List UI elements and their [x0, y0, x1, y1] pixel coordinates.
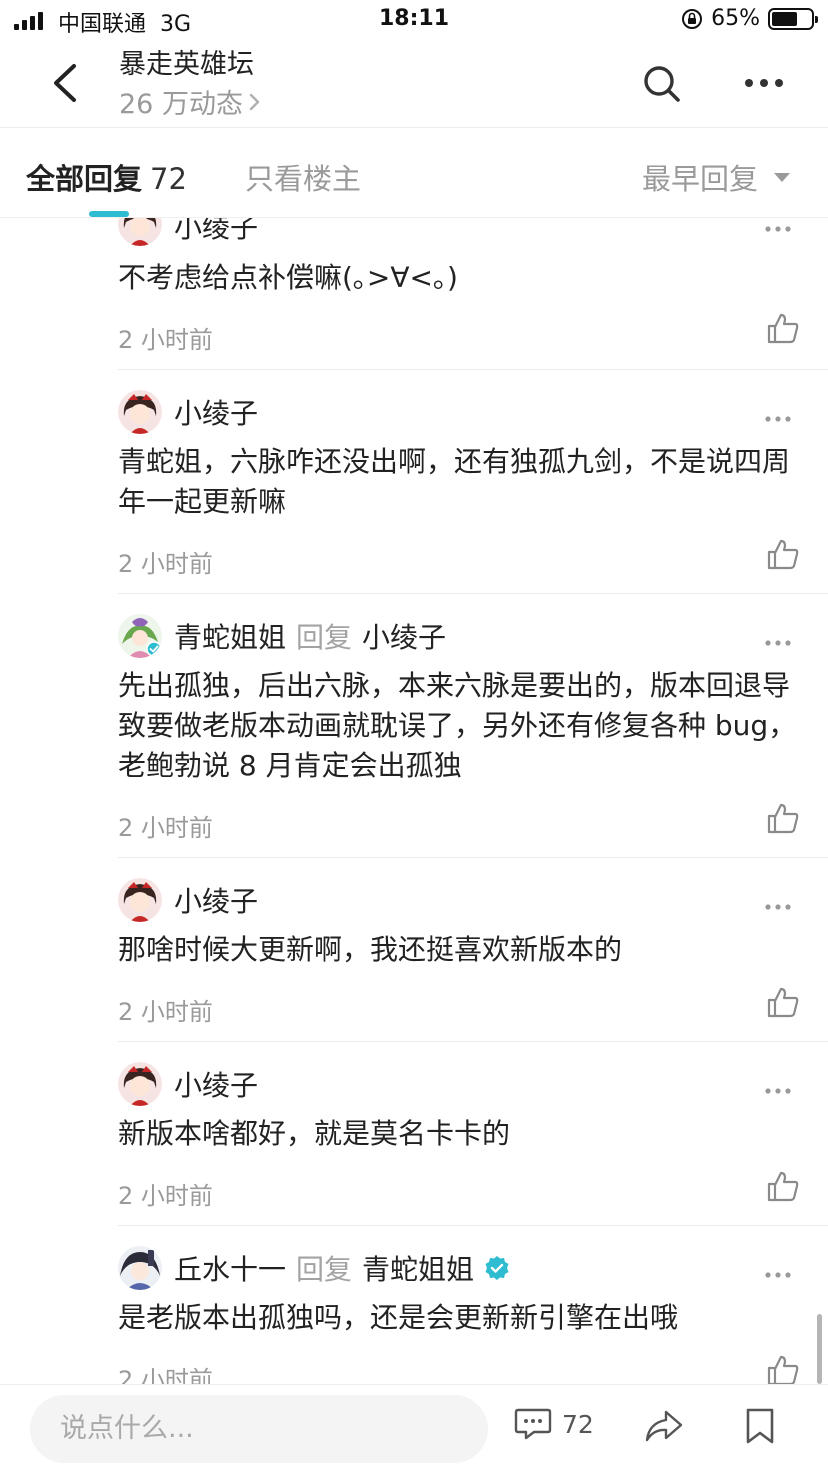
search-icon[interactable] [640, 62, 684, 106]
tab-op-only[interactable]: 只看楼主 [245, 156, 361, 198]
forum-title[interactable]: 暴走英雄坛 [119, 42, 254, 81]
forum-activity-link[interactable]: 26 万动态 [119, 82, 263, 121]
more-icon[interactable] [764, 1270, 792, 1280]
reply-text: 青蛇姐，六脉咋还没出啊，还有独孤九剑，不是说四周年一起更新嘛 [118, 445, 791, 518]
share-icon[interactable] [644, 1409, 684, 1443]
reply-author-line: 丘水十一 回复 青蛇姐姐 [174, 1248, 510, 1288]
scrollbar[interactable] [817, 1314, 822, 1384]
caret-down-icon [774, 172, 791, 182]
thumbs-up-icon[interactable] [766, 312, 800, 344]
more-options-icon[interactable] [742, 68, 786, 98]
reply-time: 2 小时前 [118, 1366, 213, 1384]
reply-author[interactable]: 小绫子 [174, 1064, 258, 1104]
girl-avatar[interactable] [118, 218, 162, 246]
thumbs-up-icon[interactable] [766, 1354, 800, 1384]
thumbs-up-icon[interactable] [766, 986, 800, 1018]
status-right: 65% [681, 6, 818, 31]
snake-avatar[interactable] [118, 614, 162, 658]
bookmark-icon[interactable] [744, 1407, 776, 1445]
more-icon[interactable] [764, 414, 792, 424]
forum-activity-count: 26 万动态 [119, 89, 243, 120]
divider [118, 857, 828, 858]
more-icon[interactable] [764, 224, 792, 234]
reply-author[interactable]: 小绫子 [174, 880, 258, 920]
reply-author-line: 小绫子 [174, 880, 258, 920]
reply-author[interactable]: 青蛇姐姐 [174, 616, 286, 656]
reply-time: 2 小时前 [118, 1182, 213, 1210]
reply-author-line: 小绫子 [174, 1064, 258, 1104]
reply-text: 是老版本出孤独吗，还是会更新新引擎在出哦 [118, 1301, 679, 1334]
reply-author[interactable]: 小绫子 [174, 392, 258, 432]
battery-icon [768, 7, 818, 30]
reply-feed[interactable]: 小绫子 不考虑给点补偿嘛(｡>∀<｡) 2 小时前 小绫子 青蛇姐，六脉咋还没出… [0, 218, 828, 1384]
thumbs-up-icon[interactable] [766, 1170, 800, 1202]
girl-avatar[interactable] [118, 390, 162, 434]
more-icon[interactable] [764, 902, 792, 912]
sort-dropdown[interactable]: 最早回复 [642, 156, 791, 198]
reply-to-user[interactable]: 小绫子 [362, 616, 446, 656]
divider [118, 1225, 828, 1226]
comment-count: 72 [562, 1409, 594, 1439]
comment-input[interactable]: 说点什么... [30, 1395, 488, 1463]
battery-percent: 65% [711, 6, 760, 31]
thumbs-up-icon[interactable] [766, 802, 800, 834]
anime-avatar[interactable] [118, 1246, 162, 1290]
reply-text: 新版本啥都好，就是莫名卡卡的 [118, 1117, 511, 1150]
more-icon[interactable] [764, 1086, 792, 1096]
thumbs-up-icon[interactable] [766, 538, 800, 570]
reply-word: 回复 [296, 621, 353, 654]
rotation-lock-icon [682, 8, 703, 29]
reply-to-user[interactable]: 青蛇姐姐 [362, 1248, 474, 1288]
chevron-right-icon [249, 93, 260, 110]
reply-author-line: 青蛇姐姐 回复 小绫子 [174, 616, 446, 656]
bottom-action-bar: 说点什么... 72 [0, 1384, 828, 1472]
comment-icon [514, 1408, 552, 1440]
reply-time: 2 小时前 [118, 550, 213, 578]
status-bar: 中国联通 3G 18:11 65% [0, 0, 828, 42]
active-tab-indicator [89, 211, 129, 217]
more-icon[interactable] [764, 638, 792, 648]
reply-text: 那啥时候大更新啊，我还挺喜欢新版本的 [118, 933, 623, 966]
comments-button[interactable]: 72 [514, 1407, 594, 1441]
reply-time: 2 小时前 [118, 814, 213, 842]
reply-author[interactable]: 小绫子 [174, 218, 258, 246]
divider [118, 593, 828, 594]
divider [118, 369, 828, 370]
reply-text: 不考虑给点补偿嘛(｡>∀<｡) [118, 261, 458, 294]
reply-text: 先出孤独，后出六脉，本来六脉是要出的，版本回退导致要做老版本动画就耽误了，另外还… [118, 669, 797, 782]
girl-avatar[interactable] [118, 1062, 162, 1106]
reply-time: 2 小时前 [118, 998, 213, 1026]
back-button[interactable] [46, 60, 86, 106]
nav-header: 暴走英雄坛 26 万动态 [0, 42, 828, 128]
reply-word: 回复 [296, 1253, 353, 1286]
reply-time: 2 小时前 [118, 326, 213, 354]
girl-avatar[interactable] [118, 878, 162, 922]
reply-author-line: 小绫子 [174, 218, 258, 246]
reply-tabs: 全部回复 72 只看楼主 最早回复 [0, 128, 828, 218]
reply-author-line: 小绫子 [174, 392, 258, 432]
tab-all-replies[interactable]: 全部回复 72 [26, 156, 187, 198]
divider [118, 1041, 828, 1042]
reply-author[interactable]: 丘水十一 [174, 1248, 286, 1288]
reply-count: 72 [150, 162, 187, 196]
verified-badge-icon [485, 1256, 509, 1280]
